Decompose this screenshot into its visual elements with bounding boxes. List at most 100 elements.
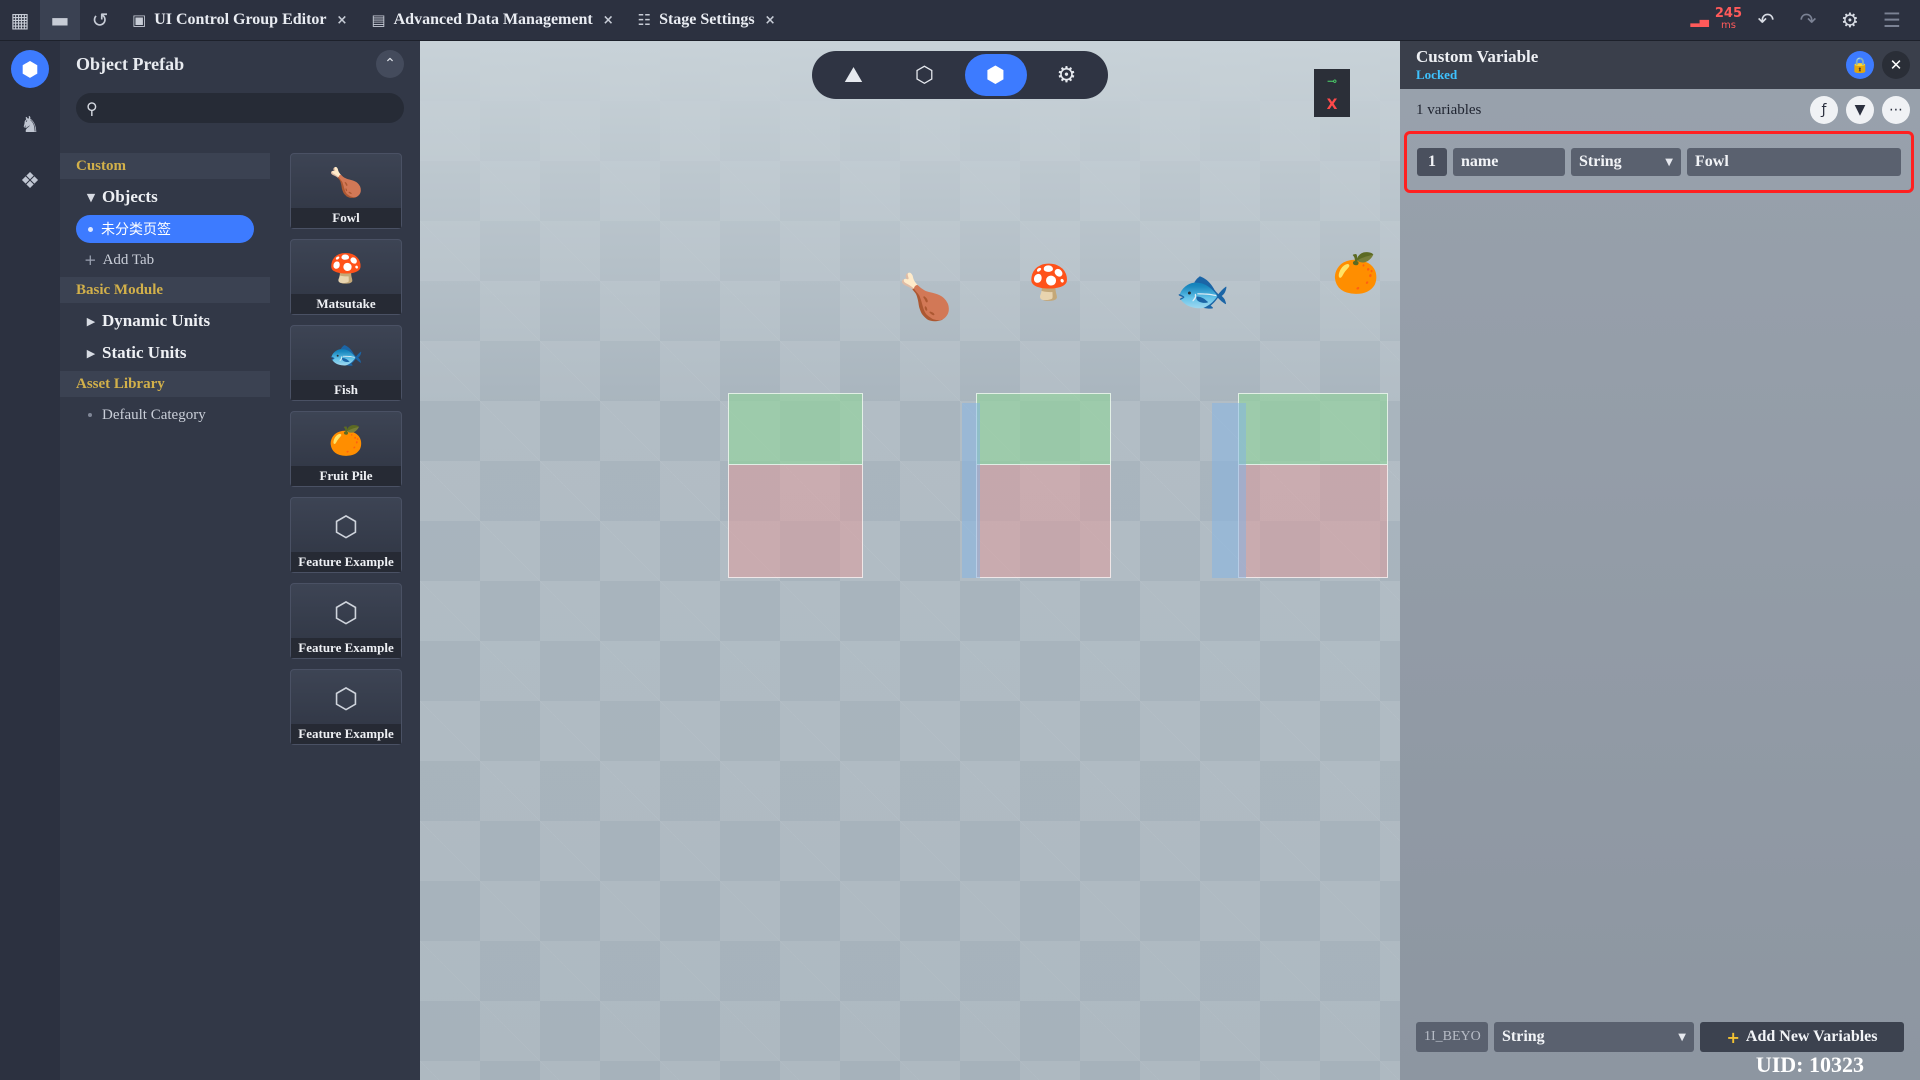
card-label: Feature Example bbox=[291, 638, 401, 658]
close-icon[interactable]: ✕ bbox=[1882, 51, 1910, 79]
card-label: Feature Example bbox=[291, 552, 401, 572]
variable-type-select[interactable]: String ▼ bbox=[1571, 148, 1681, 176]
variable-name-field[interactable]: name bbox=[1453, 148, 1565, 176]
box-icon: ❖ bbox=[20, 168, 40, 194]
node-label: Static Units bbox=[102, 343, 187, 362]
fish-icon: 🐟 bbox=[328, 338, 364, 371]
bullet-icon bbox=[88, 226, 93, 232]
fruit-pile-object[interactable]: 🍊 bbox=[1332, 251, 1379, 296]
fowl-object[interactable]: 🍗 bbox=[898, 271, 953, 323]
wireframe-cube-icon: ⬡ bbox=[333, 596, 359, 629]
caret-right-icon: ▶ bbox=[86, 314, 96, 328]
new-variable-type-select[interactable]: String ▼ bbox=[1494, 1022, 1694, 1052]
wireframe-cube-icon: ⬡ bbox=[333, 682, 359, 715]
add-tab-button[interactable]: + Add Tab bbox=[60, 245, 270, 275]
object-prefab-panel: Object Prefab ⌃ ⚲ Custom ▼ Objects 未分类页签… bbox=[60, 41, 420, 1080]
creature-mode-button[interactable]: ♞ bbox=[0, 97, 60, 153]
caret-down-icon: ▼ bbox=[86, 190, 96, 204]
settings-gear-icon[interactable]: ⚙ bbox=[1036, 54, 1098, 96]
wireframe-cube-icon: ⬡ bbox=[333, 510, 359, 543]
undo-icon[interactable]: ↶ bbox=[1748, 2, 1784, 38]
trigger-volume-box[interactable] bbox=[1212, 393, 1388, 578]
folder-icon[interactable]: ▬ bbox=[40, 0, 80, 40]
filter-icon[interactable]: ▼ bbox=[1846, 96, 1874, 124]
filter-settings-icon[interactable]: ☰ bbox=[1874, 2, 1910, 38]
network-latency: ▂▄ 245 ms bbox=[1690, 6, 1742, 32]
settings-gear-icon[interactable]: ⚙ bbox=[1832, 2, 1868, 38]
box-side-face bbox=[1212, 403, 1246, 578]
prefab-card-fruit-pile[interactable]: 🍊 Fruit Pile bbox=[290, 411, 402, 487]
box-top-face bbox=[976, 393, 1111, 465]
prefab-mode-button[interactable]: ⬢ bbox=[0, 41, 60, 97]
custom-variable-panel: Custom Variable Locked 🔒 ✕ 1 variables ƒ… bbox=[1400, 41, 1920, 1080]
caret-right-icon: ▶ bbox=[86, 346, 96, 360]
tab-advanced-data-management[interactable]: ▤ Advanced Data Management × bbox=[359, 0, 625, 40]
formula-icon[interactable]: ƒ bbox=[1810, 96, 1838, 124]
uid-label: UID: 10323 bbox=[1755, 1052, 1864, 1077]
search-input[interactable] bbox=[103, 99, 394, 117]
trigger-volume-box[interactable] bbox=[962, 393, 1111, 578]
variable-row-highlighted: 1 name String ▼ Fowl bbox=[1404, 131, 1914, 193]
prefab-card-matsutake[interactable]: 🍄 Matsutake bbox=[290, 239, 402, 315]
panel-title: Object Prefab bbox=[76, 53, 185, 74]
close-icon[interactable]: × bbox=[765, 13, 776, 28]
terrain-mode-icon[interactable]: ⛰ bbox=[823, 54, 885, 96]
tab-ui-control-group-editor[interactable]: ▣ UI Control Group Editor × bbox=[120, 0, 359, 40]
lock-icon[interactable]: 🔒 bbox=[1846, 51, 1874, 79]
bullet-icon bbox=[88, 413, 92, 417]
type-label: String bbox=[1502, 1028, 1545, 1045]
section-asset-library: Asset Library bbox=[60, 371, 270, 397]
box-front-face bbox=[976, 465, 1111, 578]
card-label: Fruit Pile bbox=[291, 466, 401, 486]
variable-index: 1 bbox=[1417, 148, 1447, 176]
prefab-card-fowl[interactable]: 🍗 Fowl bbox=[290, 153, 402, 229]
search-bar[interactable]: ⚲ bbox=[76, 93, 404, 123]
trigger-volume-box[interactable] bbox=[728, 393, 863, 578]
prefab-card-feature-example[interactable]: ⬡ Feature Example bbox=[290, 669, 402, 745]
prefab-cube-icon[interactable]: ⬢ bbox=[964, 54, 1027, 96]
asset-mode-button[interactable]: ❖ bbox=[0, 153, 60, 209]
close-icon[interactable]: × bbox=[603, 13, 614, 28]
tree-leaf-default-category[interactable]: Default Category bbox=[60, 399, 270, 431]
tree-node-static-units[interactable]: ▶ Static Units bbox=[60, 337, 270, 369]
tab-uncategorized[interactable]: 未分类页签 bbox=[76, 215, 254, 243]
stage-icon: ☷ bbox=[637, 11, 652, 29]
box-front-face bbox=[1238, 465, 1388, 578]
chevron-down-icon: ▼ bbox=[1678, 1031, 1686, 1043]
tab-label: Advanced Data Management bbox=[393, 11, 593, 28]
fish-object[interactable]: 🐟 bbox=[1175, 265, 1230, 317]
add-new-variables-button[interactable]: + Add New Variables bbox=[1700, 1022, 1904, 1052]
close-icon[interactable]: × bbox=[337, 13, 348, 28]
section-basic-module: Basic Module bbox=[60, 277, 270, 303]
variable-value-field[interactable]: Fowl bbox=[1687, 148, 1901, 176]
chevron-down-icon: ▼ bbox=[1665, 156, 1673, 168]
leaf-label: Default Category bbox=[102, 406, 206, 423]
matsutake-object[interactable]: 🍄 bbox=[1028, 263, 1070, 303]
tab-label: UI Control Group Editor bbox=[154, 11, 327, 28]
apps-grid-icon[interactable]: ▦ bbox=[0, 0, 40, 40]
history-icon[interactable]: ↺ bbox=[80, 0, 120, 40]
axis-x-indicator: X bbox=[1314, 93, 1350, 117]
edit-mode-toolbar: ⛰ ⬡ ⬢ ⚙ bbox=[812, 51, 1108, 99]
select-object-icon[interactable]: ⬡ bbox=[894, 54, 956, 96]
variable-count: 1 variables bbox=[1416, 101, 1482, 118]
node-label: Dynamic Units bbox=[102, 311, 211, 330]
box-top-face bbox=[1238, 393, 1388, 465]
creature-icon: ♞ bbox=[20, 112, 40, 138]
card-label: Matsutake bbox=[291, 294, 401, 314]
tree-node-dynamic-units[interactable]: ▶ Dynamic Units bbox=[60, 305, 270, 337]
prefab-card-fish[interactable]: 🐟 Fish bbox=[290, 325, 402, 401]
collapse-up-icon[interactable]: ⌃ bbox=[376, 50, 404, 78]
prefab-card-feature-example[interactable]: ⬡ Feature Example bbox=[290, 583, 402, 659]
tab-stage-settings[interactable]: ☷ Stage Settings × bbox=[626, 0, 788, 40]
more-options-icon[interactable]: ⋯ bbox=[1882, 96, 1910, 124]
scene-viewport[interactable]: ⛰ ⬡ ⬢ ⚙ ⊸ X 🍗 🍄 🐟 🍊 bbox=[420, 41, 1400, 1080]
new-variable-footer: 1I_BEYO String ▼ + Add New Variables UID… bbox=[1400, 1010, 1920, 1080]
new-variable-id-field[interactable]: 1I_BEYO bbox=[1416, 1022, 1488, 1052]
axis-gizmo[interactable]: ⊸ X bbox=[1314, 69, 1350, 119]
prefab-card-feature-example[interactable]: ⬡ Feature Example bbox=[290, 497, 402, 573]
tree-node-objects[interactable]: ▼ Objects bbox=[60, 181, 270, 213]
search-icon: ⚲ bbox=[86, 98, 98, 118]
ping-value: 245 bbox=[1714, 6, 1742, 21]
redo-icon[interactable]: ↷ bbox=[1790, 2, 1826, 38]
